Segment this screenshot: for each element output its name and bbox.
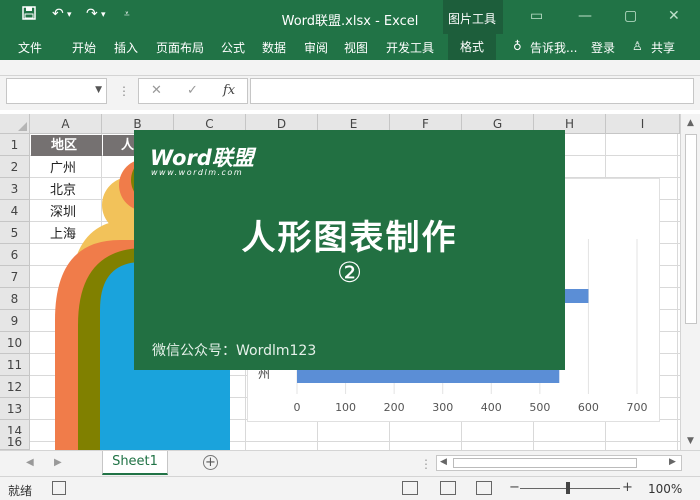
tab-insert[interactable]: 插入 [114, 39, 138, 56]
row-header[interactable]: 2 [0, 156, 30, 178]
chevron-down-icon[interactable]: ▼ [95, 85, 102, 95]
page-break-view-icon[interactable] [476, 481, 492, 495]
page-layout-view-icon[interactable] [440, 481, 456, 495]
row-header[interactable]: 6 [0, 244, 30, 266]
chart-bar [297, 369, 560, 383]
scroll-left-icon[interactable]: ◀ [440, 457, 447, 467]
formula-buttons: ✕ ✓ fx [138, 78, 248, 104]
row-header[interactable]: 7 [0, 266, 30, 288]
row-header[interactable]: 11 [0, 354, 30, 376]
row-header[interactable]: 4 [0, 200, 30, 222]
insert-function-icon[interactable]: fx [223, 83, 235, 98]
enter-icon[interactable]: ✓ [187, 83, 198, 98]
sign-in-link[interactable]: 登录 [591, 39, 615, 56]
window-title: Word联盟.xlsx - Excel [281, 14, 419, 29]
macro-record-icon[interactable] [52, 481, 66, 495]
select-all-triangle-icon [18, 122, 27, 131]
row-header[interactable]: 12 [0, 376, 30, 398]
tab-file[interactable]: 文件 [18, 39, 42, 56]
ribbon-display-options-icon[interactable]: ▭ [530, 8, 543, 24]
card-title: 人形图表制作 [241, 218, 458, 258]
column-header-a[interactable]: A [30, 114, 102, 134]
lightbulb-icon: ♁ [513, 39, 522, 53]
row-header[interactable]: 8 [0, 288, 30, 310]
formula-bar-resize-handle[interactable]: ⋮ [118, 84, 130, 98]
sheet-tab-sheet1[interactable]: Sheet1 [102, 451, 168, 475]
card-footer: 微信公众号：Wordlm123 [152, 343, 317, 359]
normal-view-icon[interactable] [402, 481, 418, 495]
cancel-icon[interactable]: ✕ [151, 83, 162, 98]
add-sheet-icon[interactable]: + [203, 455, 218, 470]
zoom-out-button[interactable]: − [509, 480, 520, 495]
horizontal-scrollbar[interactable]: ◀ ▶ [436, 455, 682, 471]
row-header[interactable]: 13 [0, 398, 30, 420]
column-header-i[interactable]: I [606, 114, 680, 134]
vertical-scroll-thumb[interactable] [685, 134, 697, 324]
zoom-slider-knob[interactable] [566, 482, 570, 494]
brand-url: www.wordlm.com [151, 168, 244, 177]
scroll-right-icon[interactable]: ▶ [669, 457, 676, 467]
row-header[interactable]: 9 [0, 310, 30, 332]
maximize-icon[interactable]: ▢ [624, 8, 637, 24]
tell-me-search[interactable]: 告诉我... [530, 39, 577, 56]
tab-review[interactable]: 审阅 [304, 39, 328, 56]
card-number: ② [336, 256, 363, 289]
chart-x-tick-label: 600 [578, 401, 599, 414]
close-icon[interactable]: ✕ [668, 8, 680, 24]
chart-x-tick-label: 300 [432, 401, 453, 414]
scroll-down-icon[interactable]: ▼ [687, 436, 694, 446]
title-bar: ↶ ▾ ↷ ▾ ⩡ Word联盟.xlsx - Excel 图片工具 ▭ — ▢… [0, 0, 700, 60]
tab-view[interactable]: 视图 [344, 39, 368, 56]
row-header[interactable]: 5 [0, 222, 30, 244]
chart-x-tick-label: 100 [335, 401, 356, 414]
tab-split-handle[interactable]: ⋮ [420, 457, 432, 471]
chart-x-tick-label: 500 [529, 401, 550, 414]
vertical-scrollbar[interactable]: ▲ ▼ [680, 114, 700, 450]
status-bar: 就绪 − + 100% [0, 476, 700, 500]
zoom-slider-track[interactable] [520, 488, 620, 489]
ribbon-collapsed-area [0, 60, 700, 76]
row-header[interactable]: 1 [0, 134, 30, 156]
zoom-level[interactable]: 100% [648, 482, 682, 496]
title-overlay-card: Word联盟 www.wordlm.com 人形图表制作 ② 微信公众号：Wor… [134, 130, 565, 370]
context-tab-group-label: 图片工具 [448, 12, 497, 26]
formula-input[interactable] [250, 78, 694, 104]
status-text: 就绪 [8, 484, 33, 498]
select-all-corner[interactable] [0, 114, 30, 134]
tab-data[interactable]: 数据 [262, 39, 286, 56]
sheet-prev-icon[interactable]: ◀ [26, 457, 34, 468]
row-header[interactable]: 10 [0, 332, 30, 354]
tab-formulas[interactable]: 公式 [221, 39, 245, 56]
ribbon-tabs: 文件 开始 插入 页面布局 公式 数据 审阅 视图 开发工具 格式 ♁ 告诉我.… [0, 34, 700, 60]
row-header[interactable]: 3 [0, 178, 30, 200]
zoom-in-button[interactable]: + [622, 480, 633, 495]
tab-format[interactable]: 格式 [448, 34, 496, 60]
horizontal-scroll-thumb[interactable] [453, 458, 637, 468]
sheet-next-icon[interactable]: ▶ [54, 457, 62, 468]
share-button[interactable]: 共享 [651, 39, 675, 56]
chart-x-tick-label: 400 [481, 401, 502, 414]
sheet-tab-bar: ◀ ▶ Sheet1 + ⋮ ◀ ▶ [0, 450, 700, 476]
chart-x-tick-label: 700 [627, 401, 648, 414]
chart-x-tick-label: 0 [294, 401, 301, 414]
person-icon: ♙ [632, 39, 643, 53]
tab-home[interactable]: 开始 [72, 39, 96, 56]
tab-developer[interactable]: 开发工具 [386, 39, 434, 56]
tab-page-layout[interactable]: 页面布局 [156, 39, 204, 56]
row-header[interactable]: 16 [0, 434, 30, 450]
name-box[interactable]: ▼ [6, 78, 107, 104]
chart-x-tick-label: 200 [384, 401, 405, 414]
minimize-icon[interactable]: — [578, 8, 592, 24]
scroll-up-icon[interactable]: ▲ [687, 118, 694, 128]
